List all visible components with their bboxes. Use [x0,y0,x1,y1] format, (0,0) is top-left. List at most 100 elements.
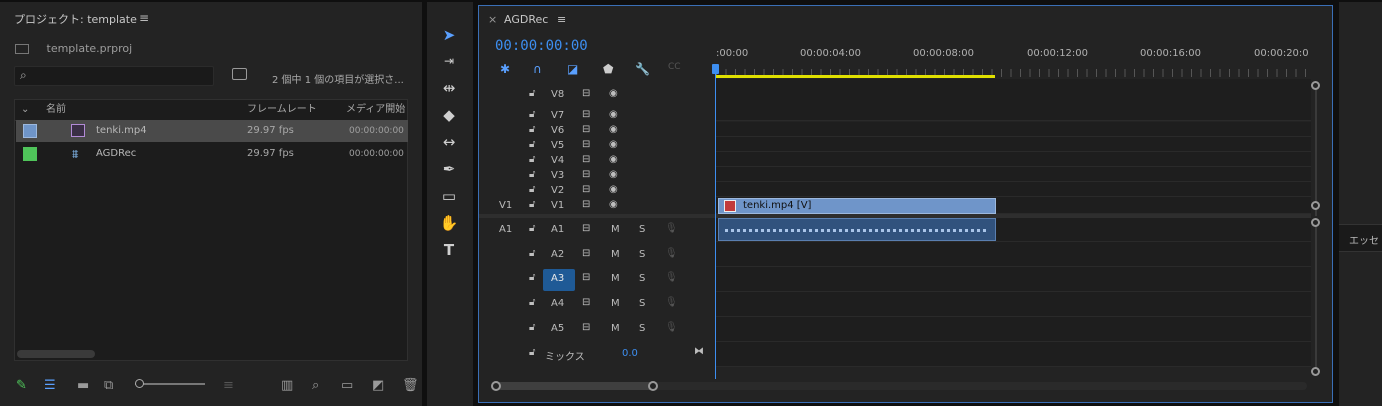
list-view-icon[interactable]: ☰ [44,378,56,393]
pencil-icon[interactable]: ✎ [16,378,27,393]
sort-icon[interactable]: ≡ [223,378,234,393]
sync-lock-icon[interactable]: ⊟ [582,297,590,308]
sync-lock-icon[interactable]: ⊟ [582,184,590,195]
sync-lock-icon[interactable]: ⊟ [582,169,590,180]
solo-button[interactable]: S [639,224,645,235]
label-color-swatch[interactable] [23,124,37,138]
video-vertical-scrollbar[interactable] [1315,82,1317,216]
slip-tool-icon[interactable]: ↔ [437,131,461,153]
scroll-handle[interactable] [1311,367,1320,376]
eye-icon[interactable]: ◉ [609,199,618,210]
add-marker-icon[interactable]: ⬟ [603,62,613,76]
panel-menu-icon[interactable]: ≡ [139,11,149,25]
track-header-v5[interactable]: 🔓︎ V5 ⊟ ◉ [479,138,715,153]
track-header-v7[interactable]: 🔓︎ V7 ⊟ ◉ [479,108,715,123]
sync-lock-icon[interactable]: ⊟ [582,88,590,99]
lock-icon[interactable]: 🔓︎ [529,109,535,120]
freeform-view-icon[interactable]: ⧉ [104,378,113,393]
track-header-a1[interactable]: A1 🔓︎ A1 ⊟ M S 🎙︎ [479,220,715,242]
sync-lock-icon[interactable]: ⊟ [582,322,590,333]
lock-icon[interactable]: 🔓︎ [529,124,535,135]
column-media-start[interactable]: メディア開始 [346,100,405,120]
linked-selection-icon[interactable]: ◪ [567,62,578,76]
track-header-a4[interactable]: 🔓︎ A4 ⊟ M S 🎙︎ [479,293,715,317]
scroll-handle[interactable] [1311,81,1320,90]
sync-lock-icon[interactable]: ⊟ [582,124,590,135]
playhead-line[interactable] [715,64,716,379]
sync-lock-icon[interactable]: ⊟ [582,272,590,283]
track-header-v6[interactable]: 🔓︎ V6 ⊟ ◉ [479,123,715,138]
microphone-icon[interactable]: 🎙︎ [665,297,678,308]
eye-icon[interactable]: ◉ [609,109,618,120]
track-select-tool-icon[interactable]: ⇥ [437,50,461,72]
audio-clip[interactable] [718,218,996,241]
sort-chevron-icon[interactable]: ⌄ [21,100,29,120]
lock-icon[interactable]: 🔓︎ [529,169,535,180]
track-name[interactable]: A1 [551,224,564,235]
lock-icon[interactable]: 🔓︎ [529,184,535,195]
zoom-slider-handle[interactable] [135,379,144,388]
zoom-handle-left[interactable] [491,381,501,391]
hand-tool-icon[interactable]: ✋ [437,212,461,234]
source-patch-v1[interactable]: V1 [499,200,512,211]
eye-icon[interactable]: ◉ [609,124,618,135]
lock-icon[interactable]: 🔓︎ [529,297,535,308]
scroll-handle[interactable] [1311,218,1320,227]
track-name[interactable]: V1 [551,200,564,211]
horizontal-zoom-scrollbar[interactable] [497,382,1307,390]
sync-lock-icon[interactable]: ⊟ [582,223,590,234]
scroll-handle[interactable] [1311,201,1320,210]
captions-icon[interactable]: CC [668,62,681,72]
eye-icon[interactable]: ◉ [609,154,618,165]
track-header-a2[interactable]: 🔓︎ A2 ⊟ M S 🎙︎ [479,244,715,268]
lock-icon[interactable]: 🔓︎ [529,347,535,358]
sync-lock-icon[interactable]: ⊟ [582,199,590,210]
zoom-thumb[interactable] [497,382,657,390]
mix-volume-value[interactable]: 0.0 [622,348,638,359]
track-name[interactable]: A4 [551,298,564,309]
column-name[interactable]: 名前 [46,100,66,120]
new-item-icon[interactable]: ◩ [372,378,384,393]
mix-link-icon[interactable]: ⧓ [694,346,704,357]
label-color-swatch[interactable] [23,147,37,161]
solo-button[interactable]: S [639,273,645,284]
bin-row-agdrec[interactable]: ⩩ AGDRec 29.97 fps 00:00:00:00 [16,143,408,165]
trash-icon[interactable]: 🗑 [402,378,419,393]
close-tab-icon[interactable]: × [488,13,497,26]
lock-icon[interactable]: 🔓︎ [529,154,535,165]
track-name[interactable]: V2 [551,185,564,196]
track-name[interactable]: V4 [551,155,564,166]
lock-icon[interactable]: 🔓︎ [529,88,535,99]
horizontal-scrollbar[interactable] [17,350,95,358]
source-patch-a1[interactable]: A1 [499,224,512,235]
razor-tool-icon[interactable]: ◆ [437,104,461,126]
right-panel-tab[interactable]: エッセ [1339,224,1382,252]
solo-button[interactable]: S [639,323,645,334]
ripple-edit-tool-icon[interactable]: ⇹ [437,77,461,99]
video-clip[interactable]: tenki.mp4 [V] [718,198,996,214]
track-header-v1[interactable]: V1 🔓︎ V1 ⊟ ◉ [479,198,715,214]
mute-button[interactable]: M [611,273,620,284]
sync-lock-icon[interactable]: ⊟ [582,248,590,259]
new-search-bin-icon[interactable] [232,68,247,80]
track-name[interactable]: V8 [551,89,564,100]
track-name[interactable]: A3 [551,273,564,284]
eye-icon[interactable]: ◉ [609,184,618,195]
track-header-v3[interactable]: 🔓︎ V3 ⊟ ◉ [479,168,715,183]
find-icon[interactable]: ⌕ [312,378,319,393]
type-tool-icon[interactable]: T [437,239,461,261]
eye-icon[interactable]: ◉ [609,169,618,180]
track-header-v8[interactable]: 🔓︎ V8 ⊟ ◉ [479,87,715,103]
snap-icon[interactable]: ∩ [533,62,542,76]
microphone-icon[interactable]: 🎙︎ [665,223,678,234]
solo-button[interactable]: S [639,249,645,260]
mute-button[interactable]: M [611,224,620,235]
lock-icon[interactable]: 🔓︎ [529,272,535,283]
track-header-a3[interactable]: 🔓︎ A3 ⊟ M S 🎙︎ [479,268,715,292]
solo-button[interactable]: S [639,298,645,309]
lock-icon[interactable]: 🔓︎ [529,199,535,210]
wrench-icon[interactable]: 🔧 [635,62,650,76]
lock-icon[interactable]: 🔓︎ [529,223,535,234]
rectangle-tool-icon[interactable]: ▭ [437,185,461,207]
pen-tool-icon[interactable]: ✒ [437,158,461,180]
